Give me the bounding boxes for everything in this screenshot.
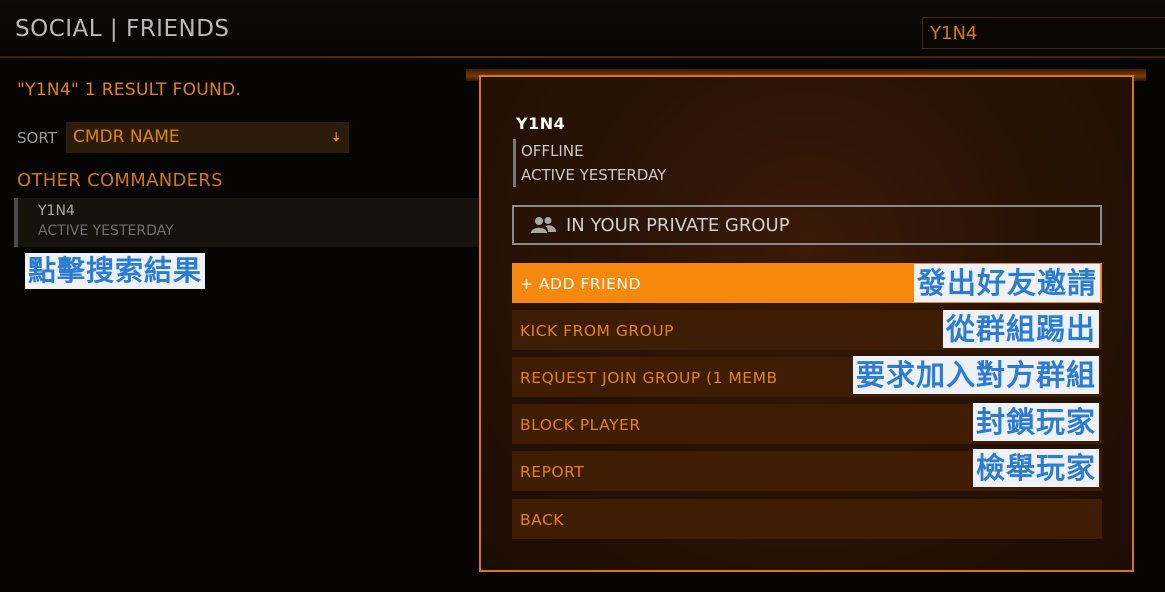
annotation-request-join: 要求加入對方群組	[852, 356, 1099, 394]
search-result-text: "Y1N4" 1 RESULT FOUND.	[17, 80, 242, 100]
section-title: OTHER COMMANDERS	[17, 170, 223, 191]
online-status: OFFLINE	[521, 142, 584, 160]
annotation-kick: 從群組踢出	[942, 310, 1099, 348]
player-context-panel: Y1N4 OFFLINE ACTIVE YESTERDAY IN YOUR PR…	[479, 75, 1134, 572]
page-title: SOCIAL | FRIENDS	[15, 16, 230, 42]
player-status: OFFLINE ACTIVE YESTERDAY	[513, 139, 666, 187]
group-status-text: IN YOUR PRIVATE GROUP	[566, 215, 790, 236]
header-divider	[0, 56, 1165, 58]
group-status-box: IN YOUR PRIVATE GROUP	[512, 205, 1102, 245]
arrow-down-icon: 🠇	[332, 130, 340, 146]
annotation-report: 檢舉玩家	[972, 449, 1099, 487]
commander-list-item[interactable]: Y1N4 ACTIVE YESTERDAY	[14, 198, 480, 247]
sort-value: CMDR NAME	[73, 127, 180, 147]
search-input[interactable]: Y1N4	[922, 17, 1165, 49]
annotation-click-result: 點擊搜索結果	[25, 253, 206, 289]
sort-dropdown[interactable]: CMDR NAME 🠇	[66, 122, 349, 153]
annotation-add-friend: 發出好友邀請	[913, 264, 1100, 302]
activity-status: ACTIVE YESTERDAY	[521, 166, 667, 184]
back-button[interactable]: BACK	[512, 499, 1102, 539]
sort-label: SORT	[17, 129, 57, 147]
commander-name: Y1N4	[38, 203, 75, 219]
annotation-block: 封鎖玩家	[972, 403, 1099, 441]
player-name: Y1N4	[516, 114, 566, 133]
commander-status: ACTIVE YESTERDAY	[38, 223, 174, 239]
users-icon	[531, 217, 556, 233]
